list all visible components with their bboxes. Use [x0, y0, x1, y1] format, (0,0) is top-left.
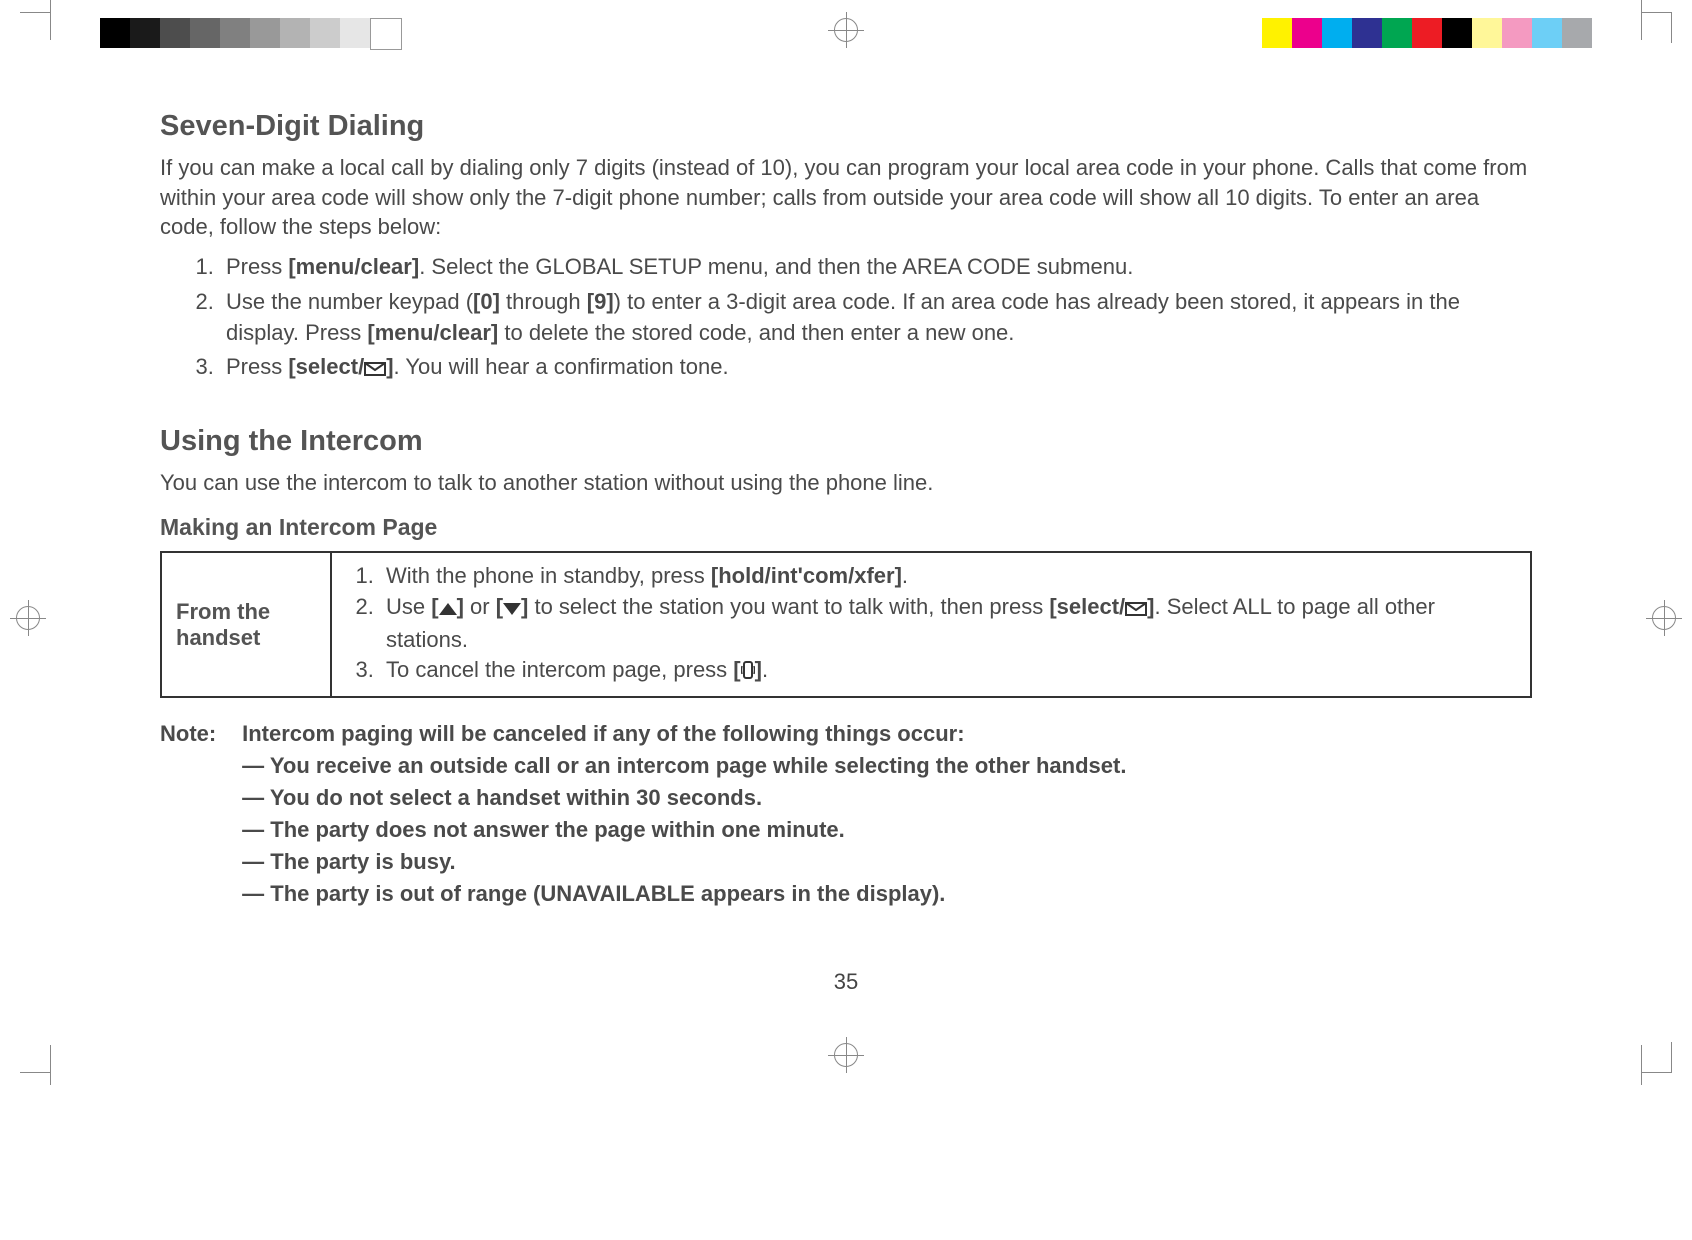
- note-item: You receive an outside call or an interc…: [242, 753, 1126, 778]
- key-label: [hold/int'com/xfer]: [711, 563, 902, 588]
- crop-mark: [1641, 12, 1672, 43]
- key-label: [menu/clear]: [288, 254, 419, 279]
- step-item: Use the number keypad ([0] through [9]) …: [220, 287, 1532, 349]
- crop-mark: [1611, 1045, 1642, 1085]
- note-item: The party does not answer the page withi…: [242, 817, 845, 842]
- key-label: ]: [386, 354, 393, 379]
- intro-paragraph: You can use the intercom to talk to anot…: [160, 468, 1532, 498]
- crop-mark: [1611, 0, 1642, 40]
- note-block: Note: Intercom paging will be canceled i…: [160, 718, 1532, 909]
- key-label: ]: [755, 657, 762, 682]
- key-label: [select/: [288, 354, 364, 379]
- key-label: [0]: [473, 289, 500, 314]
- step-item: To cancel the intercom page, press [].: [380, 655, 1516, 688]
- print-marks-bottom: [0, 1005, 1692, 1085]
- steps-list: Press [menu/clear]. Select the GLOBAL SE…: [160, 252, 1532, 385]
- table-row-header: From the handset: [161, 552, 331, 697]
- section-title: Using the Intercom: [160, 425, 1532, 458]
- note-item: You do not select a handset within 30 se…: [242, 785, 762, 810]
- phone-icon: [741, 657, 755, 688]
- note-heading: Intercom paging will be canceled if any …: [242, 721, 964, 746]
- up-arrow-icon: [439, 603, 457, 615]
- key-label: [select/: [1049, 594, 1125, 619]
- grayscale-bar: [100, 18, 402, 48]
- down-arrow-icon: [503, 603, 521, 615]
- table-cell: With the phone in standby, press [hold/i…: [331, 552, 1531, 697]
- print-marks-top: [0, 0, 1692, 60]
- key-label: [9]: [587, 289, 614, 314]
- registration-mark-icon: [1646, 600, 1682, 636]
- note-body: Intercom paging will be canceled if any …: [242, 718, 1524, 909]
- envelope-icon: [364, 354, 386, 385]
- step-item: Press [select/]. You will hear a confirm…: [220, 352, 1532, 385]
- note-item: The party is busy.: [242, 849, 456, 874]
- note-label: Note:: [160, 718, 236, 750]
- registration-mark-icon: [828, 12, 864, 48]
- page-number: 35: [160, 969, 1532, 995]
- section-title: Seven-Digit Dialing: [160, 110, 1532, 143]
- crop-mark: [20, 1042, 50, 1073]
- key-label: []: [431, 594, 464, 619]
- process-color-bar: [1262, 18, 1592, 48]
- registration-mark-icon: [828, 1037, 864, 1073]
- step-item: Press [menu/clear]. Select the GLOBAL SE…: [220, 252, 1532, 283]
- envelope-icon: [1125, 594, 1147, 625]
- intro-paragraph: If you can make a local call by dialing …: [160, 153, 1532, 242]
- key-label: [menu/clear]: [367, 320, 498, 345]
- page-content: Seven-Digit Dialing If you can make a lo…: [0, 60, 1692, 1005]
- key-label: []: [496, 594, 529, 619]
- step-item: With the phone in standby, press [hold/i…: [380, 561, 1516, 592]
- note-item: The party is out of range (UNAVAILABLE a…: [242, 881, 945, 906]
- subsection-title: Making an Intercom Page: [160, 514, 1532, 541]
- registration-mark-icon: [10, 600, 46, 636]
- crop-mark: [50, 0, 81, 40]
- step-item: Use [] or [] to select the station you w…: [380, 592, 1516, 656]
- crop-mark: [50, 1045, 81, 1085]
- crop-mark: [20, 12, 50, 43]
- key-label: [: [733, 657, 740, 682]
- crop-mark: [1641, 1042, 1672, 1073]
- instruction-table: From the handset With the phone in stand…: [160, 551, 1532, 698]
